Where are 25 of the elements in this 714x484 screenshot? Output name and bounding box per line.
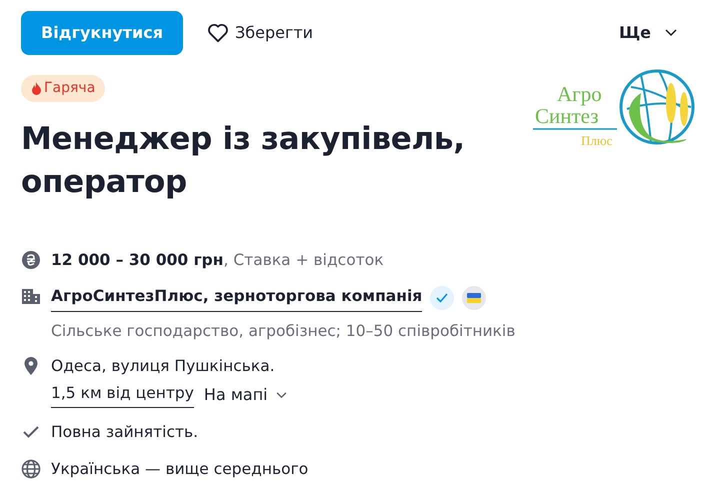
chevron-down-icon <box>665 29 677 37</box>
logo-text: Агро <box>557 82 602 106</box>
logo-text: Синтез <box>535 104 599 128</box>
employment-text: Повна зайнятість. <box>51 422 198 444</box>
distance-link[interactable]: 1,5 км від центру <box>51 382 194 408</box>
save-button[interactable]: Зберегти <box>206 21 314 45</box>
language-text: Українська — вище середнього <box>51 458 308 480</box>
globe-icon <box>21 458 41 478</box>
address-text: Одеса, вулиця Пушкінська. <box>51 356 276 377</box>
hryvnia-icon <box>21 250 41 270</box>
logo-text: Плюс <box>581 133 612 148</box>
company-details: Сільське господарство, агробізнес; 10–50 співробітників <box>51 320 516 342</box>
salary-type: , Ставка + відсоток <box>223 251 384 269</box>
heart-icon <box>206 23 229 43</box>
checkmark-icon <box>436 293 448 304</box>
flame-icon <box>31 82 42 95</box>
more-button[interactable]: Ще <box>618 21 677 45</box>
salary-amount: 12 000 – 30 000 грн <box>51 251 224 269</box>
building-icon <box>21 286 41 306</box>
company-link[interactable]: АгроСинтезПлюс, зерноторгова компанія <box>51 285 422 312</box>
map-toggle[interactable]: На мапі <box>204 383 287 408</box>
job-title: Менеджер із закупівель, оператор <box>21 120 466 202</box>
chevron-down-icon <box>276 392 287 399</box>
flag-icon <box>467 293 482 304</box>
hot-badge: Гаряча <box>21 75 106 102</box>
